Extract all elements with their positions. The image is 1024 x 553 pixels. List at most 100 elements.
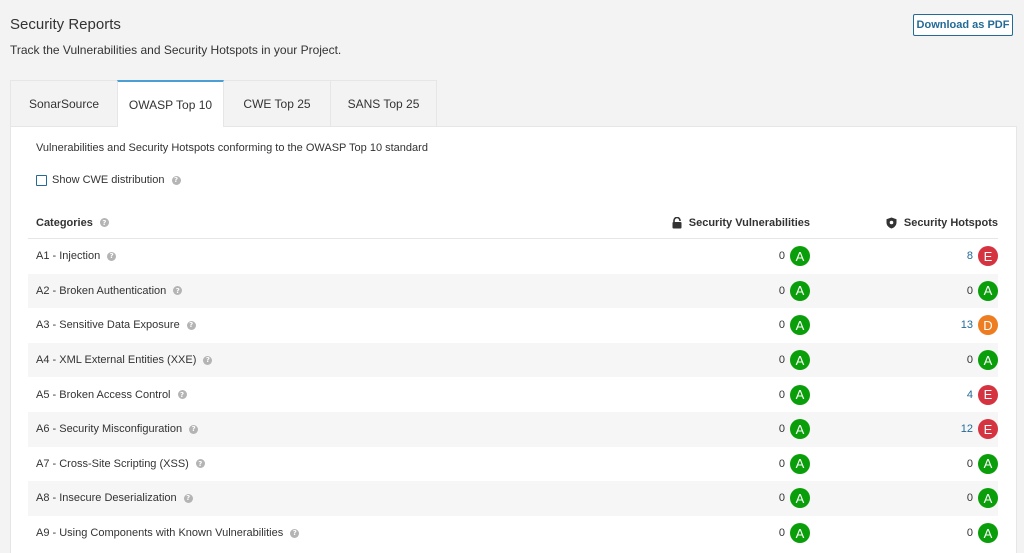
vulnerability-count: 0: [778, 423, 785, 436]
vulnerabilities-cell: 0A: [779, 488, 810, 509]
vulnerability-rating: A: [790, 315, 810, 336]
help-icon[interactable]: ?: [171, 175, 181, 185]
category-cell: A9 - Using Components with Known Vulnera…: [36, 527, 300, 540]
tab-owasp-top-10[interactable]: OWASP Top 10: [117, 80, 224, 127]
tab-label: OWASP Top 10: [128, 97, 213, 112]
hotspot-count[interactable]: 12: [961, 423, 973, 435]
hotspot-count[interactable]: 13: [961, 319, 973, 331]
hotspots-cell: 0A: [966, 488, 998, 509]
hotspot-count[interactable]: 4: [967, 389, 973, 401]
hotspots-cell: 13 D: [961, 315, 998, 336]
tab-label: SonarSource: [28, 97, 100, 111]
hotspot-rating: A: [978, 488, 998, 509]
vulnerability-rating: A: [790, 246, 810, 267]
category-cell: A7 - Cross-Site Scripting (XSS)?: [36, 458, 205, 470]
hotspot-count: 0: [966, 492, 973, 505]
hotspot-count: 0: [966, 284, 973, 297]
vulnerabilities-cell: 0A: [778, 419, 810, 440]
column-header-categories: Categories ?: [36, 217, 109, 229]
category-cell: A5 - Broken Access Control?: [36, 389, 187, 401]
vulnerabilities-cell: 0A: [778, 384, 810, 405]
table-row: A1 - Injection? 0 A 8 E: [28, 239, 998, 274]
category-label: A7 - Cross-Site Scripting (XSS): [36, 457, 189, 470]
vulnerability-rating: A: [790, 523, 810, 544]
tab-cwe-top-25[interactable]: CWE Top 25: [223, 80, 331, 127]
vulnerability-count: 0: [778, 250, 785, 263]
column-header-vulnerabilities: Security Vulnerabilities: [672, 216, 810, 229]
hotspot-count[interactable]: 8: [967, 250, 973, 262]
page-subtitle: Track the Vulnerabilities and Security H…: [10, 43, 342, 57]
category-label: A3 - Sensitive Data Exposure: [36, 319, 180, 332]
vulnerability-count: 0: [778, 354, 785, 367]
cwe-checkbox[interactable]: [36, 174, 47, 186]
hotspot-count: 0: [966, 354, 973, 367]
lock-icon: [672, 216, 682, 229]
vulnerability-rating: A: [790, 280, 810, 301]
table-row: A8 - Insecure Deserialization? 0 A 0 A: [28, 481, 998, 516]
help-icon[interactable]: ?: [177, 390, 187, 400]
vulnerability-count: 0: [778, 457, 785, 470]
hotspots-cell: 0A: [966, 453, 998, 474]
hotspots-cell: 4E: [967, 384, 998, 405]
vulnerability-rating: A: [790, 453, 810, 474]
vulnerabilities-cell: 0A: [778, 246, 810, 267]
vulnerability-count: 0: [778, 527, 785, 540]
category-label: A2 - Broken Authentication: [36, 284, 167, 297]
vulnerabilities-cell: 0A: [779, 280, 810, 301]
tab-label: SANS Top 25: [347, 97, 420, 111]
category-cell: A6 - Security Misconfiguration?: [36, 423, 199, 435]
tab-sans-top-25[interactable]: SANS Top 25: [330, 80, 437, 127]
hotspot-rating: A: [978, 453, 998, 474]
vulnerabilities-cell: 0A: [778, 523, 810, 544]
table-row: A5 - Broken Access Control? 0 A 4 E: [28, 377, 998, 412]
tab-sonarsource[interactable]: SonarSource: [10, 80, 118, 127]
hotspot-rating: E: [978, 384, 998, 405]
vulnerability-rating: A: [790, 488, 810, 509]
hotspot-rating: E: [978, 246, 998, 267]
help-icon[interactable]: ?: [290, 528, 300, 538]
category-label: A8 - Insecure Deserialization: [36, 492, 177, 505]
report-panel: Vulnerabilities and Security Hotspots co…: [10, 126, 1017, 553]
table-row: A9 - Using Components with Known Vulnera…: [28, 516, 998, 551]
hotspot-rating: E: [978, 419, 998, 440]
help-icon[interactable]: ?: [195, 459, 205, 469]
category-cell: A1 - Injection?: [36, 250, 117, 262]
category-cell: A4 - XML External Entities (XXE)?: [36, 354, 213, 366]
table-row: A7 - Cross-Site Scripting (XSS)? 0 A 0 A: [28, 447, 998, 482]
help-icon[interactable]: ?: [186, 320, 196, 330]
page-title: Security Reports: [10, 16, 121, 33]
help-icon[interactable]: ?: [189, 424, 199, 434]
cwe-toggle-label: Show CWE distribution: [52, 174, 165, 186]
report-tabs: SonarSource OWASP Top 10 CWE Top 25 SANS…: [10, 80, 437, 127]
panel-description: Vulnerabilities and Security Hotspots co…: [36, 142, 428, 154]
hotspot-count: 0: [966, 457, 973, 470]
download-pdf-button[interactable]: Download as PDF: [913, 14, 1013, 36]
table-row: A3 - Sensitive Data Exposure? 0 A 13 D: [28, 308, 998, 343]
vulnerability-rating: A: [790, 419, 810, 440]
hotspots-cell: 8E: [967, 246, 998, 267]
vulnerabilities-cell: 0A: [778, 453, 810, 474]
help-icon[interactable]: ?: [173, 286, 183, 296]
hotspots-cell: 0A: [967, 523, 998, 544]
category-label: A5 - Broken Access Control: [36, 388, 171, 401]
shield-icon: [886, 217, 897, 229]
table-row: A6 - Security Misconfiguration? 0 A 12 E: [28, 411, 998, 447]
category-label: A9 - Using Components with Known Vulnera…: [36, 527, 284, 540]
hotspots-header-label: Security Hotspots: [903, 216, 998, 229]
hotspot-rating: A: [978, 350, 998, 371]
hotspots-cell: 0A: [966, 350, 998, 371]
help-icon[interactable]: ?: [99, 218, 109, 227]
owasp-table: Categories ? Security Vulnerabilities Se…: [28, 207, 998, 550]
vulnerabilities-cell: 0A: [779, 315, 810, 336]
help-icon[interactable]: ?: [203, 355, 213, 365]
category-cell: A8 - Insecure Deserialization?: [36, 492, 193, 504]
vulnerability-count: 0: [778, 388, 785, 401]
vulnerabilities-header-label: Security Vulnerabilities: [688, 216, 810, 229]
help-icon[interactable]: ?: [183, 493, 193, 503]
hotspot-rating: A: [978, 280, 998, 301]
category-cell: A2 - Broken Authentication?: [36, 284, 183, 297]
table-body: A1 - Injection? 0 A 8 E A2 - Broken Authentic…: [28, 239, 998, 550]
table-row: A2 - Broken Authentication? 0 A 0 A: [28, 273, 998, 309]
help-icon[interactable]: ?: [107, 251, 117, 261]
cwe-distribution-toggle[interactable]: Show CWE distribution ?: [36, 174, 181, 186]
